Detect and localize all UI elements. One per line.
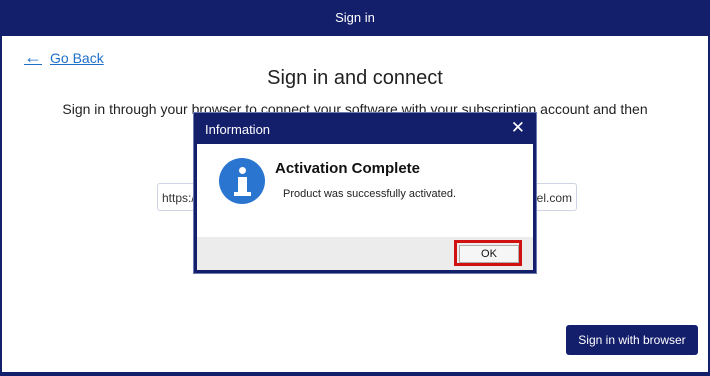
close-icon[interactable]: ✕ — [511, 118, 525, 138]
arrow-left-icon: ← — [24, 47, 42, 67]
go-back-link[interactable]: ← Go Back — [24, 47, 104, 68]
dialog-message: Product was successfully activated. — [283, 188, 457, 200]
sign-in-with-browser-button[interactable]: Sign in with browser — [566, 325, 698, 355]
url-prefix: https:/ — [162, 191, 195, 205]
go-back-label: Go Back — [50, 49, 104, 66]
dialog-titlebar: Information ✕ — [197, 116, 533, 144]
page-title: Sign in and connect — [267, 67, 443, 89]
information-dialog: Information ✕ Activation Complete Produc… — [194, 113, 536, 273]
url-suffix: bel.com — [529, 191, 572, 205]
dialog-title: Information — [205, 122, 271, 137]
info-icon — [219, 158, 265, 204]
dialog-footer: OK — [197, 237, 533, 270]
ok-button[interactable]: OK — [459, 245, 519, 263]
ok-button-highlight: OK — [454, 240, 522, 266]
window-title: Sign in — [2, 0, 708, 36]
dialog-heading: Activation Complete — [275, 160, 421, 177]
